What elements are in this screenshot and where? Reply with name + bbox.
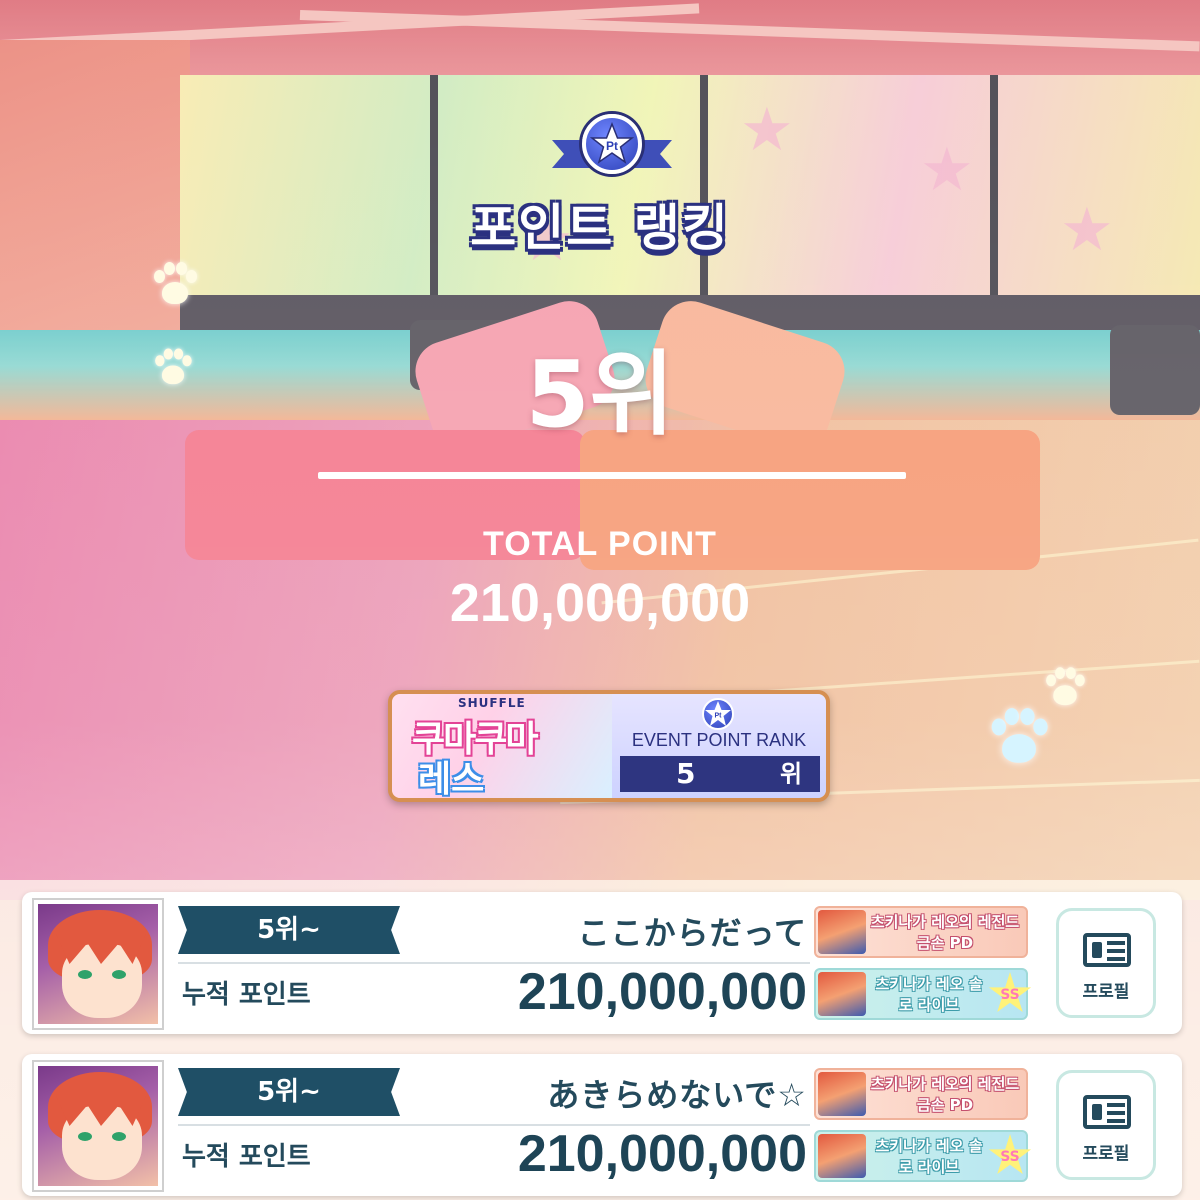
event-rank-number: 5 — [676, 757, 696, 790]
unit-card[interactable]: 츠키나가 레오의 레전드 금손 PD — [814, 1068, 1028, 1120]
total-point-value: 210,000,000 — [449, 573, 751, 633]
ranking-row: 5위~ ここからだって 누적 포인트 210,000,000 츠키나가 레오의 … — [22, 892, 1182, 1034]
rank-tag: 5위~ — [178, 906, 400, 954]
ranking-row: 5위~ あきらめないで☆ 누적 포인트 210,000,000 츠키나가 레오의… — [22, 1054, 1182, 1196]
profile-button[interactable]: 프로필 — [1056, 1070, 1156, 1180]
avatar — [34, 900, 162, 1028]
profile-card-icon — [1083, 1095, 1131, 1129]
unit-card[interactable]: 츠키나가 레오 솔로 라이브 SS — [814, 1130, 1032, 1182]
accumulated-points-value: 210,000,000 — [517, 1125, 807, 1183]
divider — [318, 472, 906, 479]
avatar — [34, 1062, 162, 1190]
svg-text:Pt: Pt — [606, 139, 618, 153]
svg-text:Pt: Pt — [715, 713, 723, 720]
page-title: 포인트 랭킹 — [470, 199, 730, 257]
unit-card[interactable]: 츠키나가 레오의 레전드 금손 PD — [814, 906, 1028, 958]
event-point-rank-label: EVENT POINT RANK — [631, 730, 807, 750]
paw-print-icon — [152, 262, 198, 308]
ss-badge: SS — [988, 1134, 1032, 1175]
point-medal-icon: Pt — [552, 110, 672, 190]
current-rank: 5위 — [525, 341, 675, 448]
accumulated-points-value: 210,000,000 — [517, 963, 807, 1021]
rank-tag: 5위~ — [178, 1068, 400, 1116]
event-rank-unit: 위 — [780, 760, 803, 788]
profile-button[interactable]: 프로필 — [1056, 908, 1156, 1018]
profile-card-icon — [1083, 933, 1131, 967]
event-point-rank-badge: SHUFFLE 쿠마쿠마 레스 Pt EVENT POINT RANK 5 위 — [388, 690, 830, 802]
paw-print-icon — [989, 708, 1049, 768]
card-thumbnail — [818, 1072, 866, 1116]
total-point-label: TOTAL POINT — [483, 525, 717, 563]
unit-card[interactable]: 츠키나가 레오 솔로 라이브 SS — [814, 968, 1032, 1020]
player-message: あきらめないで☆ — [547, 1076, 807, 1114]
accumulated-points-label: 누적 포인트 — [182, 980, 311, 1010]
card-thumbnail — [818, 972, 866, 1016]
card-thumbnail — [818, 1134, 866, 1178]
ss-badge: SS — [988, 972, 1032, 1013]
player-message: ここからだって — [577, 914, 807, 952]
event-rank-bar: 5 위 — [620, 756, 820, 792]
ranking-list: 5위~ ここからだって 누적 포인트 210,000,000 츠키나가 레오의 … — [0, 880, 1200, 1200]
card-thumbnail — [818, 910, 866, 954]
paw-print-icon — [1044, 667, 1085, 708]
point-medal-icon: Pt — [702, 698, 734, 730]
accumulated-points-label: 누적 포인트 — [182, 1142, 311, 1172]
event-logo: SHUFFLE 쿠마쿠마 레스 — [392, 694, 612, 798]
